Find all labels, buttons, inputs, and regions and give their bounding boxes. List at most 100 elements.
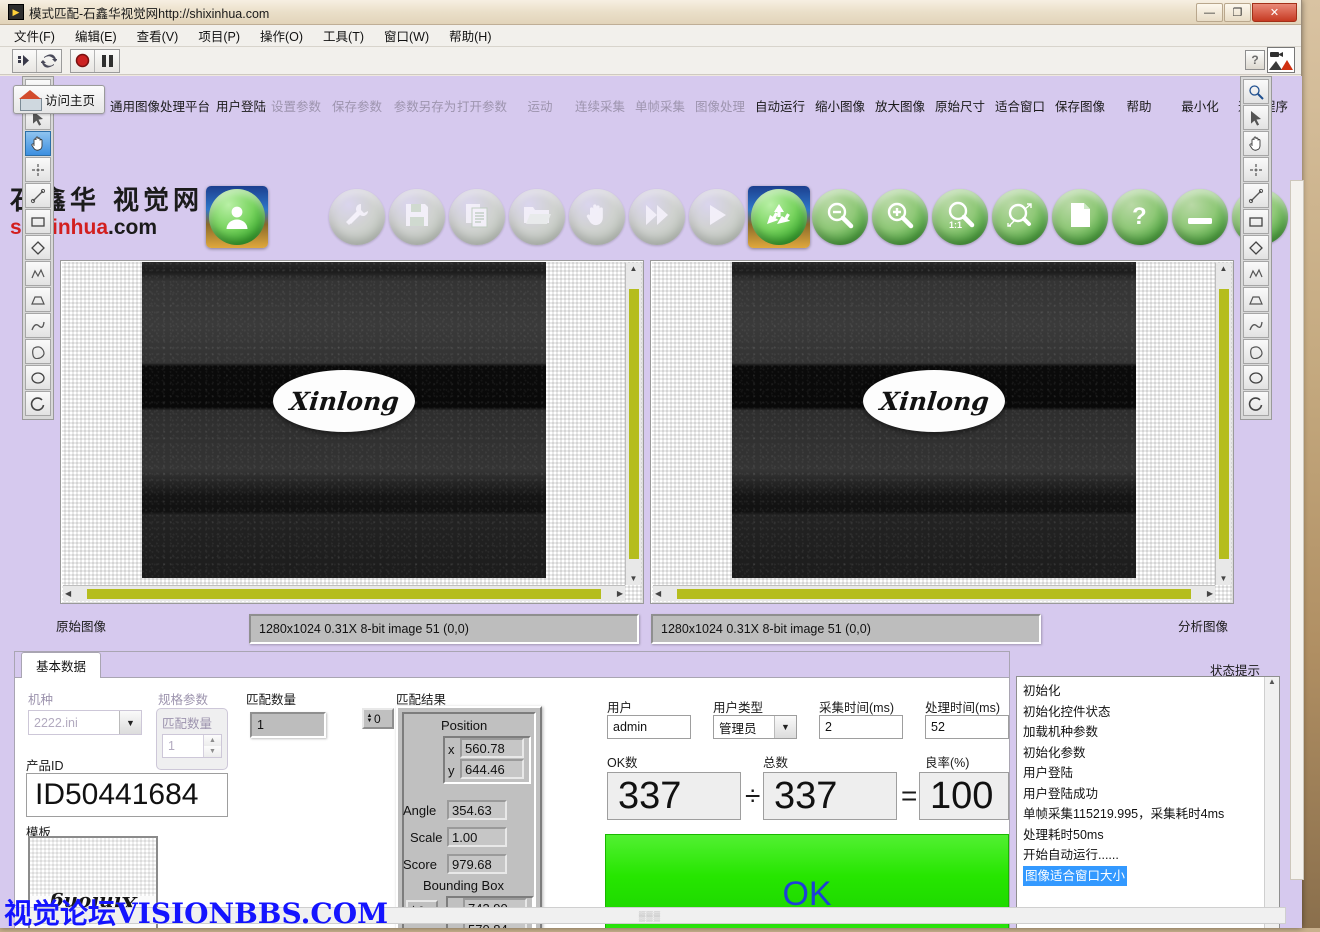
menu-item-edit[interactable]: 编辑(E): [75, 26, 117, 45]
tab-basic-data[interactable]: 基本数据: [21, 652, 102, 678]
spec-inner-increment-icon[interactable]: ▲: [204, 735, 221, 746]
toolbar-label-save-image[interactable]: 保存图像: [1048, 96, 1112, 115]
toolbar-button-open-params[interactable]: [569, 189, 625, 245]
list-item[interactable]: 单帧采集115219.995，采集耗时4ms: [1023, 804, 1264, 825]
toolbar-label-user-login[interactable]: 用户登陆: [210, 96, 272, 115]
toolbar-label-fit-window[interactable]: 适合窗口: [988, 96, 1052, 115]
menu-item-tools[interactable]: 工具(T): [323, 26, 364, 45]
original-vscroll-up-arrow[interactable]: ▲: [628, 263, 640, 275]
menu-item-window[interactable]: 窗口(W): [384, 26, 429, 45]
pause-icon[interactable]: [95, 49, 119, 72]
analysis-viewer-hscrollbar[interactable]: ◀ ▶: [653, 585, 1215, 601]
polyline-tool-icon[interactable]: [25, 261, 51, 286]
menu-item-file[interactable]: 文件(F): [14, 26, 55, 45]
visit-homepage-button[interactable]: 访问主页: [13, 85, 105, 114]
original-hscroll-right-arrow[interactable]: ▶: [615, 588, 625, 600]
scrollbar-grip[interactable]: ▒▒▒: [639, 911, 661, 921]
crosshair-point-icon[interactable]: [1243, 157, 1269, 182]
analysis-image-viewer[interactable]: Xinlong ▲ ▼ ◀ ▶: [650, 260, 1234, 604]
status-log-scrollbar[interactable]: ▲ ▼: [1264, 677, 1279, 928]
original-vscroll-down-arrow[interactable]: ▼: [628, 573, 640, 585]
toolbar-label-zoom-out[interactable]: 缩小图像: [808, 96, 872, 115]
list-item[interactable]: 用户登陆: [1023, 763, 1264, 784]
toolbar-label-continuous-acq[interactable]: 连续采集: [568, 96, 632, 115]
toolbar-button-fit-window[interactable]: [1052, 189, 1108, 245]
list-item[interactable]: 用户登陆成功: [1023, 784, 1264, 805]
list-item[interactable]: 开始自动运行......: [1023, 845, 1264, 866]
freehand-region-icon[interactable]: [25, 339, 51, 364]
close-window-button[interactable]: ✕: [1252, 3, 1297, 22]
list-item[interactable]: 加载机种参数: [1023, 722, 1264, 743]
analysis-vscroll-down-arrow[interactable]: ▼: [1218, 573, 1230, 585]
machine-type-select[interactable]: 2222.ini ▼: [28, 710, 142, 735]
freehand-line-icon[interactable]: [1243, 313, 1269, 338]
toolbar-label-open-params[interactable]: 打开参数: [450, 96, 514, 115]
rectangle-tool-icon[interactable]: [25, 209, 51, 234]
polygon-tool-icon[interactable]: [25, 287, 51, 312]
toolbar-button-save-params[interactable]: [449, 189, 505, 245]
minimize-window-button[interactable]: —: [1196, 3, 1223, 22]
original-viewer-hscrollbar[interactable]: ◀ ▶: [63, 585, 625, 601]
original-hscroll-left-arrow[interactable]: ◀: [63, 588, 73, 600]
toolbar-label-platform[interactable]: 通用图像处理平台: [108, 96, 212, 115]
menu-item-project[interactable]: 项目(P): [198, 26, 240, 45]
toolbar-button-user-login[interactable]: [329, 189, 385, 245]
maximize-window-button[interactable]: ❐: [1224, 3, 1251, 22]
toolbar-label-save-params[interactable]: 保存参数: [325, 96, 389, 115]
original-image-canvas[interactable]: Xinlong ▲ ▼ ◀ ▶: [62, 262, 642, 602]
original-image-viewer[interactable]: Xinlong ▲ ▼ ◀ ▶: [60, 260, 644, 604]
rotated-rect-tool-icon[interactable]: [1243, 235, 1269, 260]
window-vertical-scrollbar[interactable]: [1290, 180, 1304, 880]
toolbar-button-zoom-out[interactable]: [872, 189, 928, 245]
original-hscroll-thumb[interactable]: [87, 588, 601, 599]
run-arrow-icon[interactable]: [13, 49, 37, 72]
abort-stop-icon[interactable]: [71, 49, 95, 72]
magnifier-icon[interactable]: [1243, 79, 1269, 104]
toolbar-label-original-size[interactable]: 原始尺寸: [928, 96, 992, 115]
polyline-tool-icon[interactable]: [1243, 261, 1269, 286]
analysis-vscroll-thumb[interactable]: [1218, 289, 1229, 559]
analysis-hscroll-right-arrow[interactable]: ▶: [1205, 588, 1215, 600]
match-result-index-stepper[interactable]: ▲ ▼ 0: [362, 708, 394, 729]
toolbar-button-original-size[interactable]: [992, 189, 1048, 245]
toolbar-button-continuous-acq[interactable]: [689, 189, 745, 245]
toolbar-button-motion[interactable]: [629, 189, 685, 245]
toolbar-label-set-params[interactable]: 设置参数: [264, 96, 328, 115]
menu-item-view[interactable]: 查看(V): [137, 26, 179, 45]
toolbar-label-auto-run[interactable]: 自动运行: [748, 96, 812, 115]
original-viewer-vscrollbar[interactable]: ▲ ▼: [625, 263, 641, 585]
rectangle-tool-icon[interactable]: [1243, 209, 1269, 234]
freehand-line-icon[interactable]: [25, 313, 51, 338]
toolbar-button-save-image[interactable]: ?: [1112, 189, 1168, 245]
context-help-icon[interactable]: ?: [1245, 50, 1265, 70]
list-item-selected[interactable]: 图像适合窗口大小: [1023, 865, 1128, 886]
hand-pan-icon[interactable]: [25, 131, 51, 156]
oval-tool-icon[interactable]: [1243, 365, 1269, 390]
match-index-stepper-arrows[interactable]: ▲ ▼: [365, 713, 374, 724]
annulus-tool-icon[interactable]: [1243, 391, 1269, 416]
spec-inner-stepper-buttons[interactable]: ▲ ▼: [203, 735, 221, 757]
annulus-tool-icon[interactable]: [25, 391, 51, 416]
status-log-list[interactable]: 初始化 初始化控件状态 加载机种参数 初始化参数 用户登陆 用户登陆成功 单帧采…: [1017, 677, 1264, 928]
oval-tool-icon[interactable]: [25, 365, 51, 390]
chevron-down-icon[interactable]: ▼: [774, 716, 796, 738]
chevron-down-icon[interactable]: ▼: [119, 711, 141, 734]
analysis-image-canvas[interactable]: Xinlong ▲ ▼ ◀ ▶: [652, 262, 1232, 602]
list-item[interactable]: 初始化: [1023, 681, 1264, 702]
toolbar-button-image-process[interactable]: [748, 186, 810, 248]
toolbar-label-help[interactable]: 帮助: [1117, 96, 1161, 115]
analysis-hscroll-thumb[interactable]: [677, 588, 1191, 599]
status-log-box[interactable]: 初始化 初始化控件状态 加载机种参数 初始化参数 用户登陆 用户登陆成功 单帧采…: [1016, 676, 1280, 928]
toolbar-label-image-process[interactable]: 图像处理: [688, 96, 752, 115]
original-vscroll-thumb[interactable]: [628, 289, 639, 559]
spec-inner-stepper[interactable]: 1 ▲ ▼: [162, 734, 222, 758]
toolbar-button-help[interactable]: [1172, 189, 1228, 245]
analysis-hscroll-left-arrow[interactable]: ◀: [653, 588, 663, 600]
user-type-select[interactable]: 管理员 ▼: [713, 715, 797, 739]
toolbar-button-save-params-as[interactable]: [509, 189, 565, 245]
list-item[interactable]: 初始化参数: [1023, 743, 1264, 764]
toolbar-button-set-params[interactable]: [389, 189, 445, 245]
toolbar-label-motion[interactable]: 运动: [519, 96, 561, 115]
list-item[interactable]: 初始化控件状态: [1023, 702, 1264, 723]
arrow-select-icon[interactable]: [1243, 105, 1269, 130]
